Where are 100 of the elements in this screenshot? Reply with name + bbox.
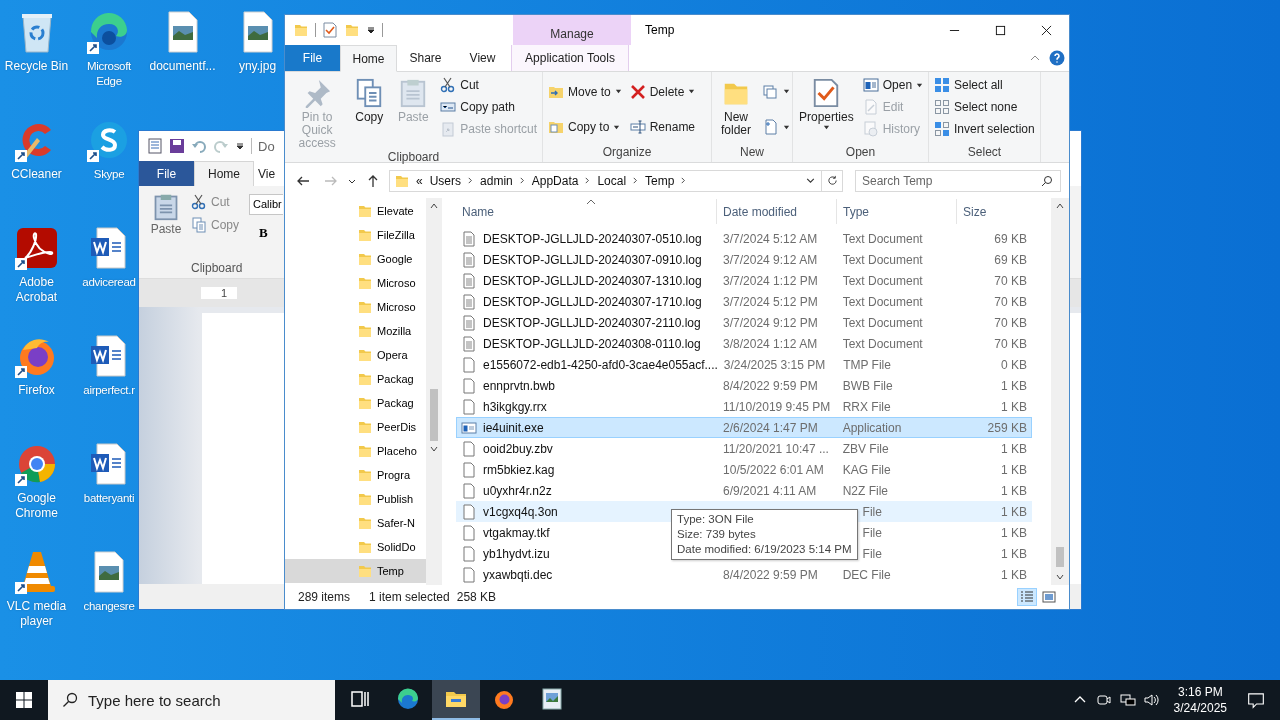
folder-tree-item[interactable]: Packag <box>285 367 426 391</box>
folder-tree-item[interactable]: Publish <box>285 487 426 511</box>
ribbon-button[interactable]: Rename <box>629 116 696 139</box>
chevron-icon[interactable] <box>584 177 592 184</box>
address-bar[interactable]: « Users admin AppData Local Temp <box>389 169 843 192</box>
breadcrumb-item[interactable]: Temp <box>644 173 676 188</box>
folder-tree-item[interactable]: SolidDo <box>285 535 426 559</box>
folder-tree-item[interactable]: Mozilla <box>285 319 426 343</box>
ribbon-button[interactable]: Invert selection <box>934 118 1035 140</box>
desktop-icon-label[interactable]: changesre <box>83 599 135 614</box>
folder-tree-item[interactable]: Safer-N <box>285 511 426 535</box>
file-row[interactable]: ie4uinit.exe 2/6/2024 1:47 PM Application 259 KB <box>456 417 1032 438</box>
folder-tree-item[interactable]: Packag <box>285 391 426 415</box>
file-name[interactable]: ie4uinit.exe <box>483 420 544 435</box>
desktop-icon-label[interactable]: yny.jpg <box>238 59 277 74</box>
file-name[interactable]: DESKTOP-JGLLJLD-20240308-0110.log <box>483 336 701 351</box>
font-field[interactable]: Calibr <box>249 194 283 215</box>
breadcrumb-overflow[interactable]: « <box>415 173 424 188</box>
desktop-icon-label[interactable]: batteryanti <box>83 491 135 506</box>
desktop-icon-label[interactable]: Microsoft Edge <box>75 59 143 89</box>
desktop-icon-label[interactable]: Skype <box>93 167 125 182</box>
breadcrumb-item[interactable]: Local <box>596 173 628 188</box>
chevron-icon[interactable] <box>680 177 688 184</box>
ribbon-tab[interactable]: Vie <box>258 161 284 186</box>
ribbon-tab[interactable]: Share <box>397 45 454 71</box>
file-name[interactable]: ennprvtn.bwb <box>483 378 556 393</box>
paste-button[interactable]: Paste <box>149 186 183 252</box>
ribbon-button[interactable]: Delete <box>629 80 696 103</box>
file-name[interactable]: e1556072-edb1-4250-afd0-3cae4e055acf.... <box>483 357 718 372</box>
ribbon-tab[interactable]: File <box>139 161 194 186</box>
ribbon-button[interactable]: Select none <box>934 96 1035 118</box>
folder-tree-item[interactable]: Progra <box>285 463 426 487</box>
bold-button[interactable]: B <box>249 225 275 241</box>
network-icon[interactable] <box>1119 692 1136 708</box>
column-header[interactable]: Name <box>456 199 717 224</box>
desktop-icon-label[interactable]: airperfect.r <box>83 383 135 398</box>
file-name[interactable]: v1cgxq4q.3on <box>483 504 558 519</box>
folder-tree-item[interactable]: FileZilla <box>285 223 426 247</box>
taskbar-search-field[interactable]: Type here to search <box>48 680 335 720</box>
folder-tree-item[interactable]: Google <box>285 247 426 271</box>
scroll-down-icon[interactable] <box>429 444 439 454</box>
folder-tree-item[interactable]: Microso <box>285 271 426 295</box>
view-button[interactable] <box>1039 588 1059 606</box>
ribbon-button[interactable]: New folder <box>715 74 757 145</box>
ribbon-button[interactable]: Open <box>862 74 924 96</box>
ribbon-tab[interactable]: Home <box>340 45 397 72</box>
breadcrumb-item[interactable]: Users <box>428 173 463 188</box>
folder-tree-item[interactable]: Elevate <box>285 199 426 223</box>
ribbon-button[interactable]: Copy <box>348 74 391 150</box>
desktop-icon-label[interactable]: adviceread <box>82 275 136 290</box>
file-name[interactable]: rm5bkiez.kag <box>483 462 555 477</box>
folder-tree-item[interactable]: Opera <box>285 343 426 367</box>
file-name[interactable]: DESKTOP-JGLLJLD-20240307-0910.log <box>483 252 702 267</box>
file-name[interactable]: h3ikgkgy.rrx <box>483 399 547 414</box>
ribbon-tab[interactable]: Application Tools <box>511 45 629 71</box>
checkmark-page-icon[interactable] <box>322 22 338 38</box>
ribbon-button[interactable]: Move to <box>548 80 622 103</box>
caret-icon[interactable] <box>235 141 245 151</box>
scroll-down-icon[interactable] <box>1055 572 1065 582</box>
breadcrumb-item[interactable]: admin <box>479 173 514 188</box>
desktop-icon-label[interactable]: documentf... <box>149 59 216 74</box>
search-field[interactable]: Search Temp <box>855 169 1061 192</box>
volume-icon[interactable] <box>1143 692 1160 708</box>
chevron-icon[interactable] <box>467 177 475 184</box>
caret-icon[interactable] <box>366 25 376 35</box>
camera-icon[interactable] <box>1095 692 1112 708</box>
file-name[interactable]: yxawbqti.dec <box>483 567 553 582</box>
clock[interactable]: 3:16 PM 3/24/2025 <box>1173 684 1227 716</box>
ribbon-tab[interactable]: Home <box>194 161 254 186</box>
ribbon-button[interactable]: Copy path <box>440 96 537 118</box>
column-header[interactable]: Size <box>957 199 1032 224</box>
scroll-thumb[interactable] <box>1056 547 1064 567</box>
notification-icon[interactable] <box>1247 691 1265 709</box>
folder-tree-item[interactable]: Temp <box>285 559 426 583</box>
folder-tree-item[interactable]: Microso <box>285 295 426 319</box>
help-icon[interactable] <box>1049 50 1065 66</box>
ribbon-button[interactable]: Copy to <box>548 116 622 139</box>
view-button[interactable] <box>1017 588 1037 606</box>
file-name[interactable]: DESKTOP-JGLLJLD-20240307-1710.log <box>483 294 702 309</box>
taskbar-app-button[interactable] <box>432 680 480 720</box>
file-name[interactable]: u0yxhr4r.n2z <box>483 483 552 498</box>
column-header[interactable]: Type <box>837 199 957 224</box>
folder-tree-item[interactable]: Placeho <box>285 439 426 463</box>
file-name[interactable]: vtgakmay.tkf <box>483 525 550 540</box>
chevron-icon[interactable] <box>632 177 640 184</box>
file-name[interactable]: ooid2buy.zbv <box>483 441 553 456</box>
scrollbar[interactable] <box>1051 198 1069 585</box>
ribbon-tab[interactable]: View <box>454 45 511 71</box>
scroll-up-icon[interactable] <box>1055 201 1065 211</box>
column-header[interactable]: Date modified <box>717 199 837 224</box>
save-icon[interactable] <box>169 138 185 154</box>
breadcrumb-item[interactable]: AppData <box>530 173 580 188</box>
refresh-icon[interactable] <box>827 175 838 186</box>
folder-tree-item[interactable]: PeerDis <box>285 415 426 439</box>
ribbon-button[interactable]: Cut <box>440 74 537 96</box>
ribbon-tab[interactable]: File <box>285 45 340 71</box>
scroll-thumb[interactable] <box>430 389 438 441</box>
file-name[interactable]: DESKTOP-JGLLJLD-20240307-2110.log <box>483 315 701 330</box>
file-name[interactable]: yb1hydvt.izu <box>483 546 550 561</box>
scroll-up-icon[interactable] <box>429 201 439 211</box>
